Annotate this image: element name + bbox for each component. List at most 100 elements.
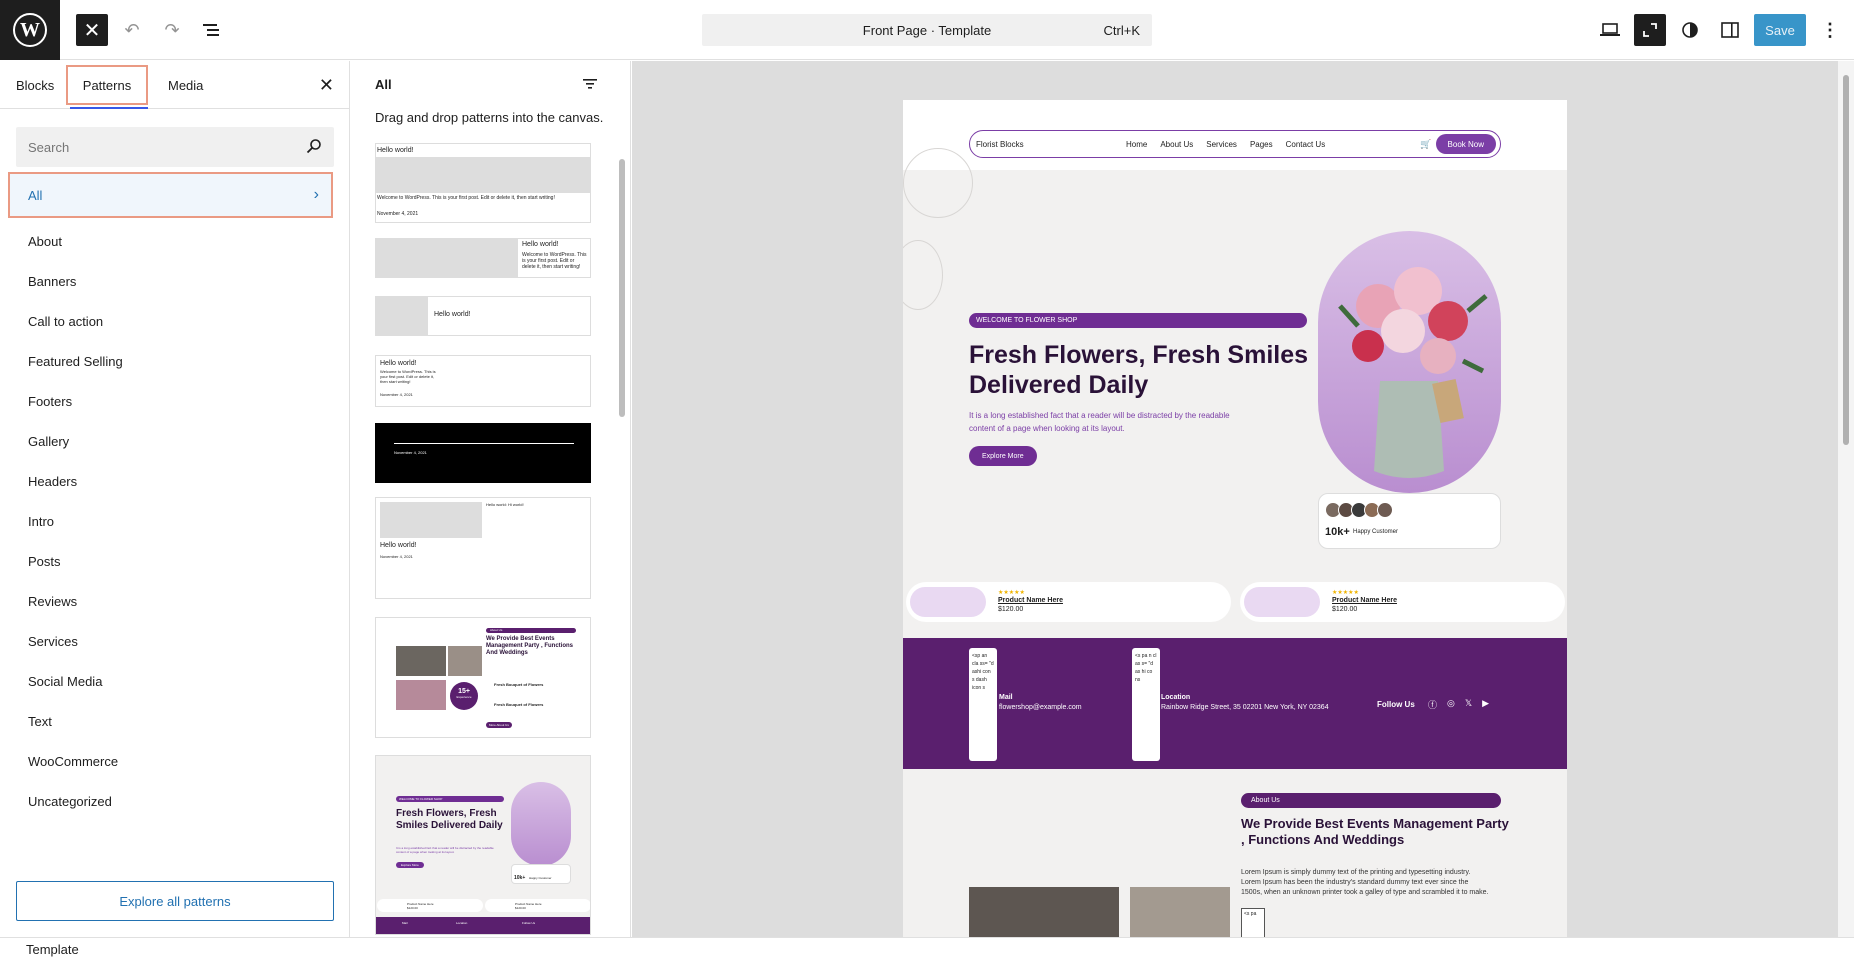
tab-blocks[interactable]: Blocks	[16, 61, 54, 109]
category-woocommerce[interactable]: WooCommerce	[28, 741, 123, 781]
scrollbar-thumb[interactable]	[1843, 75, 1849, 445]
product-price: $120.00	[1332, 606, 1358, 613]
pattern-image-placeholder	[376, 157, 590, 193]
category-social-media[interactable]: Social Media	[28, 661, 123, 701]
pattern-band-mail: Mail	[402, 921, 408, 925]
category-banners[interactable]: Banners	[28, 261, 123, 301]
close-icon: ✕	[318, 74, 334, 95]
code-scrollbox[interactable]: <sp an cla ss= "d ashi con s dash icon s	[969, 648, 997, 761]
filter-button[interactable]	[583, 77, 597, 93]
pattern-product-price: $120.00	[515, 906, 526, 910]
pattern-badge: About Us	[486, 628, 576, 633]
patterns-scrollbar[interactable]	[619, 159, 625, 417]
pattern-title: Hello world!	[380, 542, 417, 549]
pattern-card-hero[interactable]: WELCOME TO FLOWER SHOP Fresh Flowers, Fr…	[375, 755, 591, 935]
pattern-card-about[interactable]: 15+ Experience About Us We Provide Best …	[375, 617, 591, 738]
redo-button[interactable]: ↷	[156, 14, 188, 46]
location-value: Rainbow Ridge Street, 35 02201 New York,…	[1161, 704, 1329, 711]
search-icon	[306, 139, 321, 154]
list-view-icon	[203, 24, 219, 36]
pattern-button: More About Us	[486, 722, 512, 728]
category-about[interactable]: About	[28, 221, 123, 261]
distraction-free-button[interactable]	[1634, 14, 1666, 46]
settings-sidebar-button[interactable]	[1714, 14, 1746, 46]
pattern-item: Fresh Bouquet of Flowers	[494, 682, 544, 687]
category-posts[interactable]: Posts	[28, 541, 123, 581]
pattern-card[interactable]: Hello world! Welcome to WordPress. This …	[375, 238, 591, 278]
pattern-contact-band: Mail Location Follow Us	[376, 917, 590, 934]
product-image	[910, 587, 986, 617]
tab-patterns[interactable]: Patterns	[66, 65, 148, 105]
hero-badge: WELCOME TO FLOWER SHOP	[969, 313, 1307, 328]
pattern-search-input[interactable]: Search	[16, 127, 334, 167]
patterns-list-panel: All Drag and drop patterns into the canv…	[351, 61, 631, 937]
tab-media[interactable]: Media	[168, 61, 203, 109]
save-button[interactable]: Save	[1754, 14, 1806, 46]
nav-link-home[interactable]: Home	[1126, 140, 1147, 149]
product-card[interactable]: ★★★★★ Product Name Here $120.00	[1240, 582, 1565, 622]
explore-more-button[interactable]: Explore More	[969, 446, 1037, 466]
category-all[interactable]: All ›	[8, 172, 333, 218]
about-title: We Provide Best Events Management Party …	[1241, 816, 1509, 847]
category-call-to-action[interactable]: Call to action	[28, 301, 123, 341]
document-overview-button[interactable]	[196, 14, 228, 46]
category-headers[interactable]: Headers	[28, 461, 123, 501]
device-preview-button[interactable]	[1594, 14, 1626, 46]
category-gallery[interactable]: Gallery	[28, 421, 123, 461]
category-reviews[interactable]: Reviews	[28, 581, 123, 621]
site-title[interactable]: Florist Blocks	[976, 140, 1024, 149]
instagram-icon[interactable]: ◎	[1447, 698, 1455, 711]
pattern-card[interactable]: Hello world: Hi world! Hello world! Nove…	[375, 497, 591, 599]
pattern-band-location: Location	[456, 921, 468, 925]
pattern-card[interactable]: Hello world!	[375, 296, 591, 336]
product-name[interactable]: Product Name Here	[998, 597, 1063, 604]
close-panel-button[interactable]: ✕	[319, 61, 334, 109]
pattern-date: November 4, 2021	[380, 554, 413, 559]
breadcrumb-template[interactable]: Template	[26, 942, 79, 957]
category-uncategorized[interactable]: Uncategorized	[28, 781, 123, 821]
pattern-desc: It is a long established fact that a rea…	[396, 846, 494, 854]
pattern-card[interactable]: November 4, 2021	[375, 423, 591, 483]
nav-link-about[interactable]: About Us	[1160, 140, 1193, 149]
nav-link-services[interactable]: Services	[1206, 140, 1237, 149]
category-featured-selling[interactable]: Featured Selling	[28, 341, 123, 381]
category-footers[interactable]: Footers	[28, 381, 123, 421]
block-inserter-panel: Blocks Patterns Media ✕ Search All › Abo…	[0, 61, 350, 937]
about-badge: About Us	[1241, 793, 1501, 808]
pattern-oval-image	[511, 782, 571, 866]
explore-all-patterns-button[interactable]: Explore all patterns	[16, 881, 334, 921]
facebook-icon[interactable]: ⓕ	[1428, 698, 1437, 711]
nav-link-pages[interactable]: Pages	[1250, 140, 1273, 149]
styles-button[interactable]	[1674, 14, 1706, 46]
command-palette-button[interactable]: Front Page · Template Ctrl+K	[702, 14, 1152, 46]
options-button[interactable]: ⋮	[1814, 14, 1846, 46]
pattern-card[interactable]: Hello world! Welcome to WordPress. This …	[375, 355, 591, 407]
pattern-text: Welcome to WordPress. This is your first…	[377, 195, 555, 201]
wordpress-logo-button[interactable]: W	[0, 0, 60, 60]
pattern-stat-badge: 15+ Experience	[450, 682, 478, 710]
nav-link-contact[interactable]: Contact Us	[1286, 140, 1326, 149]
pattern-title: Fresh Flowers, Fresh Smiles Delivered Da…	[396, 808, 503, 831]
product-image	[1244, 587, 1320, 617]
pattern-photo	[448, 646, 482, 676]
active-tab-indicator	[70, 107, 148, 109]
book-now-button[interactable]: Book Now	[1435, 134, 1496, 154]
category-intro[interactable]: Intro	[28, 501, 123, 541]
youtube-icon[interactable]: ▶	[1482, 698, 1489, 711]
patterns-heading: All	[375, 77, 392, 92]
filter-icon	[583, 79, 597, 89]
close-icon: ✕	[83, 19, 101, 42]
cart-icon[interactable]: 🛒	[1420, 139, 1431, 150]
product-name[interactable]: Product Name Here	[1332, 597, 1397, 604]
pattern-card[interactable]: Hello world! Welcome to WordPress. This …	[375, 143, 591, 223]
category-services[interactable]: Services	[28, 621, 123, 661]
category-text[interactable]: Text	[28, 701, 123, 741]
code-scrollbox[interactable]: <s pa n cl as s= "d as hi co ns	[1132, 648, 1160, 761]
close-inserter-button[interactable]: ✕	[76, 14, 108, 46]
canvas-scrollbar[interactable]	[1838, 61, 1854, 937]
undo-button[interactable]: ↶	[116, 14, 148, 46]
template-preview[interactable]: Florist Blocks Home About Us Services Pa…	[903, 100, 1567, 937]
hero-description: It is a long established fact that a rea…	[969, 411, 1230, 433]
x-icon[interactable]: 𝕏	[1465, 698, 1472, 711]
product-card[interactable]: ★★★★★ Product Name Here $120.00	[906, 582, 1231, 622]
